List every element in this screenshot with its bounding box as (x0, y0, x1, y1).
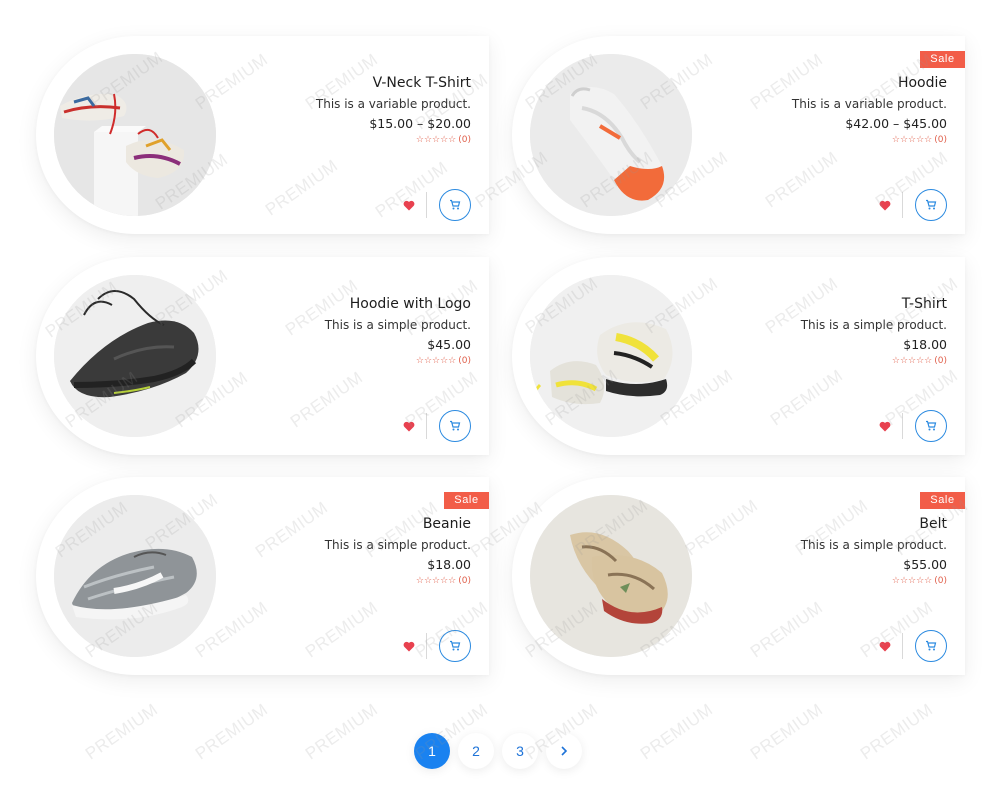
product-card[interactable]: Sale Hoodie This is a variable product. … (512, 36, 965, 234)
product-description: This is a variable product. (791, 97, 947, 111)
product-actions (876, 410, 947, 442)
rating-count: (0) (458, 576, 471, 586)
product-title[interactable]: Hoodie (687, 74, 947, 92)
heart-icon[interactable] (400, 417, 418, 435)
product-info: Belt This is a simple product. $55.00 ☆☆… (687, 515, 947, 587)
product-rating: ☆☆☆☆☆ (0) (211, 355, 471, 367)
product-title[interactable]: V-Neck T-Shirt (211, 74, 471, 92)
product-description: This is a simple product. (800, 538, 947, 552)
cart-icon (450, 420, 461, 431)
cart-icon (926, 420, 937, 431)
watermark-text: PREMIUM (81, 699, 162, 764)
page-2-button[interactable]: 2 (458, 733, 494, 769)
divider (426, 192, 427, 218)
product-actions (400, 630, 471, 662)
product-rating: ☆☆☆☆☆ (0) (211, 575, 471, 587)
star-icons: ☆☆☆☆☆ (415, 135, 457, 145)
product-image[interactable] (530, 275, 692, 437)
watermark-text: PREMIUM (301, 699, 382, 764)
divider (902, 413, 903, 439)
watermark-text: PREMIUM (636, 699, 717, 764)
star-icons: ☆☆☆☆☆ (891, 576, 933, 586)
add-to-cart-button[interactable] (439, 630, 471, 662)
product-title[interactable]: Belt (687, 515, 947, 533)
add-to-cart-button[interactable] (915, 189, 947, 221)
product-info: V-Neck T-Shirt This is a variable produc… (211, 74, 471, 146)
product-description: This is a variable product. (315, 97, 471, 111)
page-1-button[interactable]: 1 (414, 733, 450, 769)
star-icons: ☆☆☆☆☆ (891, 356, 933, 366)
product-description: This is a simple product. (800, 318, 947, 332)
sale-badge: Sale (920, 51, 965, 68)
product-rating: ☆☆☆☆☆ (0) (687, 355, 947, 367)
rating-count: (0) (934, 576, 947, 586)
product-info: T-Shirt This is a simple product. $18.00… (687, 295, 947, 367)
chevron-right-icon (561, 746, 568, 756)
divider (426, 413, 427, 439)
product-card[interactable]: V-Neck T-Shirt This is a variable produc… (36, 36, 489, 234)
sale-badge: Sale (444, 492, 489, 509)
product-price: $45.00 (427, 337, 471, 352)
product-image[interactable] (54, 54, 216, 216)
divider (902, 633, 903, 659)
watermark-text: PREMIUM (856, 699, 937, 764)
add-to-cart-button[interactable] (439, 189, 471, 221)
divider (426, 633, 427, 659)
product-card[interactable]: T-Shirt This is a simple product. $18.00… (512, 257, 965, 455)
product-title[interactable]: T-Shirt (687, 295, 947, 313)
product-rating: ☆☆☆☆☆ (0) (687, 134, 947, 146)
product-card[interactable]: Hoodie with Logo This is a simple produc… (36, 257, 489, 455)
cart-icon (926, 640, 937, 651)
star-icons: ☆☆☆☆☆ (415, 356, 457, 366)
product-card[interactable]: Sale Beanie This is a simple product. $1… (36, 477, 489, 675)
product-rating: ☆☆☆☆☆ (0) (687, 575, 947, 587)
heart-icon[interactable] (400, 196, 418, 214)
product-info: Hoodie This is a variable product. $42.0… (687, 74, 947, 146)
product-image[interactable] (54, 495, 216, 657)
rating-count: (0) (934, 356, 947, 366)
add-to-cart-button[interactable] (915, 630, 947, 662)
product-title[interactable]: Hoodie with Logo (211, 295, 471, 313)
product-title[interactable]: Beanie (211, 515, 471, 533)
product-image[interactable] (530, 54, 692, 216)
heart-icon[interactable] (400, 637, 418, 655)
rating-count: (0) (458, 356, 471, 366)
watermark-text: PREMIUM (746, 699, 827, 764)
product-actions (876, 630, 947, 662)
product-rating: ☆☆☆☆☆ (0) (211, 134, 471, 146)
heart-icon[interactable] (876, 417, 894, 435)
product-actions (876, 189, 947, 221)
cart-icon (450, 640, 461, 651)
cart-icon (450, 199, 461, 210)
product-price: $15.00 – $20.00 (369, 116, 471, 131)
product-description: This is a simple product. (324, 318, 471, 332)
star-icons: ☆☆☆☆☆ (891, 135, 933, 145)
pagination: 1 2 3 (414, 733, 590, 769)
product-price: $42.00 – $45.00 (845, 116, 947, 131)
divider (902, 192, 903, 218)
product-actions (400, 189, 471, 221)
rating-count: (0) (458, 135, 471, 145)
add-to-cart-button[interactable] (439, 410, 471, 442)
page-3-button[interactable]: 3 (502, 733, 538, 769)
product-price: $18.00 (903, 337, 947, 352)
rating-count: (0) (934, 135, 947, 145)
watermark-text: PREMIUM (191, 699, 272, 764)
heart-icon[interactable] (876, 637, 894, 655)
product-description: This is a simple product. (324, 538, 471, 552)
cart-icon (926, 199, 937, 210)
product-info: Beanie This is a simple product. $18.00 … (211, 515, 471, 587)
star-icons: ☆☆☆☆☆ (415, 576, 457, 586)
product-actions (400, 410, 471, 442)
product-price: $18.00 (427, 557, 471, 572)
add-to-cart-button[interactable] (915, 410, 947, 442)
product-price: $55.00 (903, 557, 947, 572)
product-image[interactable] (530, 495, 692, 657)
product-image[interactable] (54, 275, 216, 437)
sale-badge: Sale (920, 492, 965, 509)
next-page-button[interactable] (546, 733, 582, 769)
heart-icon[interactable] (876, 196, 894, 214)
product-card[interactable]: Sale Belt This is a simple product. $55.… (512, 477, 965, 675)
product-info: Hoodie with Logo This is a simple produc… (211, 295, 471, 367)
